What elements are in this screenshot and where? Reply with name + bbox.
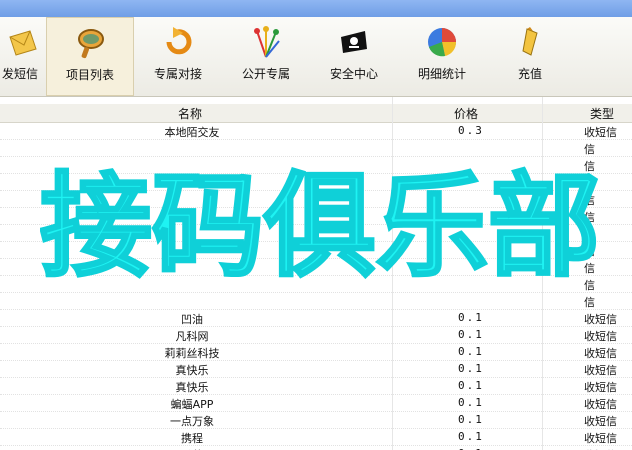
cell-price: 0.1: [458, 396, 484, 409]
detail-stats-label: 明细统计: [417, 67, 466, 81]
table-row[interactable]: 本地陌交友 0.3 收短信: [0, 123, 632, 140]
cell-name: 凹油: [181, 313, 203, 326]
table-row[interactable]: 真快乐 0.1 收短信: [0, 378, 632, 395]
cell-type: 收短信: [584, 313, 617, 326]
send-sms-label: 发短信: [2, 67, 39, 81]
recharge-label: 充值: [517, 67, 542, 81]
send-sms-button[interactable]: 发短信: [0, 17, 46, 96]
cell-name: 蝙蝠APP: [170, 398, 214, 411]
cell-price: 0.1: [458, 328, 484, 341]
cell-type: 收短信: [584, 381, 617, 394]
watermark-text: 接码俱乐部: [40, 162, 600, 292]
header-type[interactable]: 类型: [590, 105, 614, 122]
security-center-button[interactable]: 安全中心: [310, 17, 398, 96]
magnifier-icon: [78, 29, 104, 59]
table-row[interactable]: 蝙蝠APP 0.1 收短信: [0, 395, 632, 412]
cell-type: 收短信: [584, 330, 617, 343]
refresh-icon: [166, 27, 192, 55]
cell-name: 真快乐: [175, 381, 209, 394]
table-row[interactable]: 凡科网 0.1 收短信: [0, 327, 632, 344]
cell-type: 收短信: [584, 415, 617, 428]
table-row[interactable]: 携程 0.1 收短信: [0, 429, 632, 446]
exclusive-connect-label: 专属对接: [153, 67, 202, 81]
table-row[interactable]: 凹油 0.1 收短信: [0, 310, 632, 327]
table-row[interactable]: 真快乐 0.1 收短信: [0, 361, 632, 378]
exclusive-connect-button[interactable]: 专属对接: [134, 17, 222, 96]
cell-name: 真快乐: [175, 364, 209, 377]
security-center-label: 安全中心: [329, 67, 378, 81]
cell-type: 收短信: [584, 398, 617, 411]
cell-name: 携程: [181, 432, 203, 445]
public-exclusive-button[interactable]: 公开专属: [222, 17, 310, 96]
cell-name: 莉莉丝科技: [164, 347, 220, 360]
table-header: 名称 价格 类型: [0, 104, 632, 123]
watermark: 接码俱乐部: [40, 161, 600, 294]
cell-name: 凡科网: [175, 330, 209, 343]
table-row[interactable]: 一点万象 0.1 收短信: [0, 412, 632, 429]
cell-type: 收短信: [584, 364, 617, 377]
cell-type: 收短信: [584, 432, 617, 445]
cell-price: 0.1: [458, 430, 484, 443]
cell-price: 0.1: [458, 379, 484, 392]
cell-type: 收短信: [584, 126, 617, 139]
public-exclusive-label: 公开专属: [241, 67, 290, 81]
cell-price: 0.3: [458, 124, 484, 137]
cell-price: 0.1: [458, 362, 484, 375]
cell-price: 0.1: [458, 311, 484, 324]
project-list-button[interactable]: 项目列表: [46, 17, 134, 96]
pencil-icon: [522, 27, 538, 56]
toolbar: 发短信 项目列表 专属对接 公开专属 安全中心 明细统计 充值: [0, 17, 632, 97]
table-row[interactable]: 莉莉丝科技 0.1 收短信: [0, 344, 632, 361]
envelope-icon: [9, 30, 37, 56]
fireworks-icon: [254, 26, 280, 58]
cell-price: 0.1: [458, 413, 484, 426]
pirate-flag-icon: [341, 31, 367, 53]
detail-stats-button[interactable]: 明细统计: [398, 17, 486, 96]
header-price[interactable]: 价格: [454, 105, 478, 122]
header-name[interactable]: 名称: [178, 105, 202, 122]
cell-name: 本地陌交友: [164, 126, 220, 139]
project-list-label: 项目列表: [65, 68, 114, 82]
recharge-button[interactable]: 充值: [486, 17, 574, 96]
table-row[interactable]: 香芋0.1收短信: [0, 446, 632, 450]
cell-price: 0.1: [458, 345, 484, 358]
pie-chart-icon: [428, 28, 457, 57]
cell-name: 一点万象: [170, 415, 214, 428]
cell-type: 收短信: [584, 347, 617, 360]
title-bar: [0, 0, 632, 17]
